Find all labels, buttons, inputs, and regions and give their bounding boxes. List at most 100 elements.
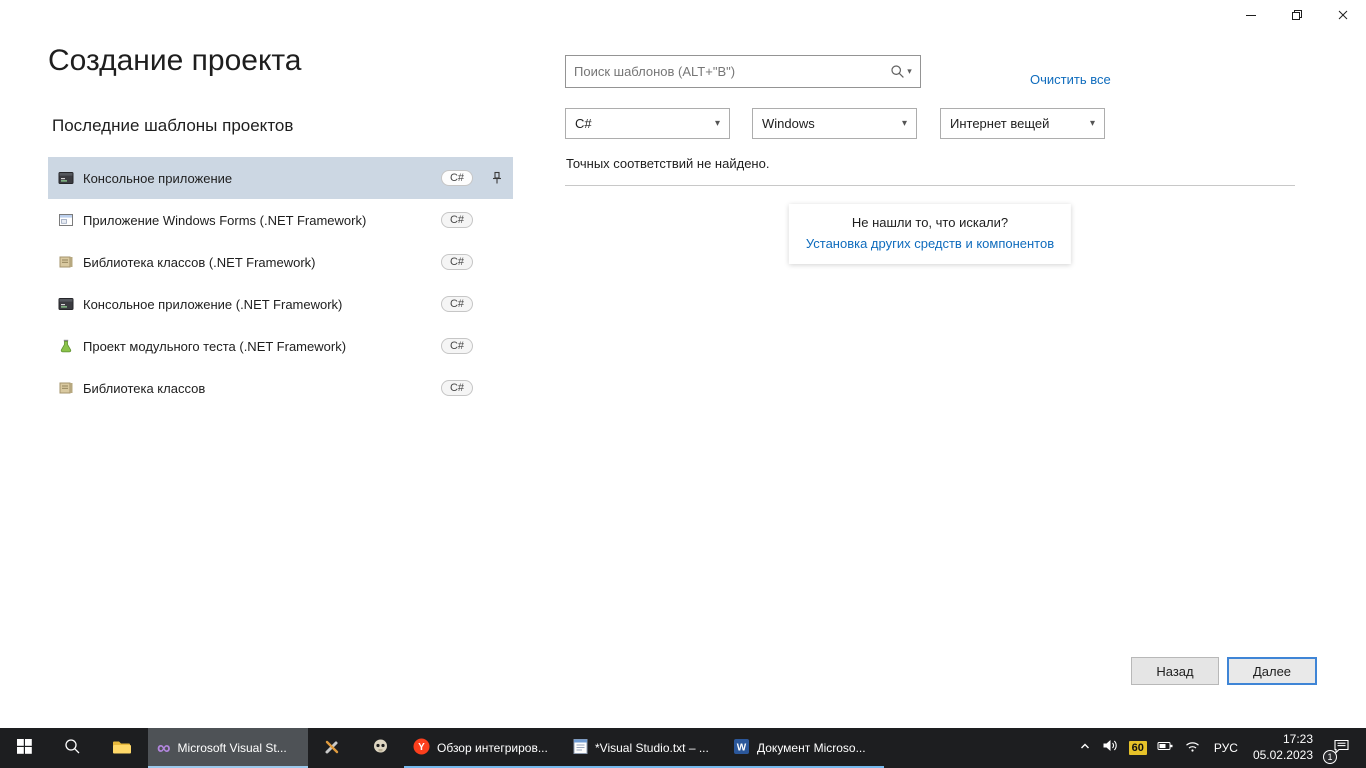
battery-icon bbox=[1157, 739, 1174, 758]
chevron-up-icon bbox=[1078, 739, 1092, 758]
notepad-icon bbox=[573, 738, 588, 758]
console-app-icon bbox=[58, 296, 74, 312]
notification-count-badge: 1 bbox=[1323, 750, 1337, 764]
taskbar-app-yandex-browser[interactable]: Y Обзор интегриров... bbox=[404, 728, 564, 768]
window-controls bbox=[1228, 0, 1366, 32]
language-filter-dropdown[interactable]: C# ▾ bbox=[565, 108, 730, 139]
taskbar-app-tools[interactable] bbox=[308, 728, 356, 768]
time-value: 17:23 bbox=[1283, 732, 1313, 748]
class-library-icon bbox=[58, 380, 74, 396]
screen: Создание проекта Последние шаблоны проек… bbox=[0, 0, 1366, 768]
action-center-button[interactable]: 1 bbox=[1320, 728, 1362, 768]
back-button[interactable]: Назад bbox=[1131, 657, 1219, 685]
close-icon bbox=[1335, 7, 1351, 26]
svg-text:Y: Y bbox=[418, 742, 425, 753]
not-found-card: Не нашли то, что искали? Установка други… bbox=[789, 204, 1071, 264]
battery-button[interactable] bbox=[1152, 728, 1179, 768]
start-button[interactable] bbox=[0, 728, 48, 768]
taskbar: ∞ Microsoft Visual St... Y Обзор интегри… bbox=[0, 728, 1366, 768]
tools-icon bbox=[324, 739, 340, 758]
clock[interactable]: 17:23 05.02.2023 bbox=[1246, 728, 1320, 768]
visual-studio-icon: ∞ bbox=[157, 739, 171, 758]
date-value: 05.02.2023 bbox=[1253, 748, 1313, 764]
clear-all-link[interactable]: Очистить все bbox=[1030, 72, 1111, 87]
template-browser-panel: ▾ Очистить все C# ▾ Windows ▾ Интернет в… bbox=[565, 55, 1295, 615]
restore-icon bbox=[1289, 7, 1305, 26]
minimize-icon bbox=[1243, 7, 1259, 26]
unit-test-icon bbox=[58, 338, 74, 354]
template-label: Консольное приложение (.NET Framework) bbox=[83, 297, 342, 312]
svg-text:W: W bbox=[737, 742, 747, 753]
page-title: Создание проекта bbox=[48, 44, 302, 78]
search-box: ▾ bbox=[565, 55, 921, 88]
console-app-icon bbox=[58, 170, 74, 186]
template-item-console-app-netfx[interactable]: Консольное приложение (.NET Framework) C… bbox=[48, 283, 513, 325]
chevron-down-icon: ▾ bbox=[1090, 118, 1095, 129]
taskbar-app-word[interactable]: W Документ Microso... bbox=[724, 728, 884, 768]
platform-filter-dropdown[interactable]: Windows ▾ bbox=[752, 108, 917, 139]
results-divider bbox=[565, 185, 1295, 186]
battery-percent-indicator[interactable]: 60 bbox=[1124, 728, 1152, 768]
taskbar-app-label: Microsoft Visual St... bbox=[178, 741, 287, 755]
search-icon bbox=[64, 738, 81, 758]
yandex-browser-icon: Y bbox=[413, 738, 430, 758]
create-project-dialog: Создание проекта Последние шаблоны проек… bbox=[0, 0, 1366, 728]
taskbar-search-button[interactable] bbox=[48, 728, 96, 768]
template-item-console-app[interactable]: Консольное приложение C# bbox=[48, 157, 513, 199]
battery-percent-value: 60 bbox=[1129, 741, 1147, 755]
system-tray: 60 РУС 17:23 05.02.2023 1 bbox=[1073, 728, 1366, 768]
close-button[interactable] bbox=[1320, 0, 1366, 32]
chevron-down-icon: ▾ bbox=[902, 118, 907, 129]
network-button[interactable] bbox=[1179, 728, 1206, 768]
template-label: Библиотека классов bbox=[83, 381, 205, 396]
minimize-button[interactable] bbox=[1228, 0, 1274, 32]
speaker-icon bbox=[1102, 738, 1119, 758]
restore-button[interactable] bbox=[1274, 0, 1320, 32]
template-item-class-library[interactable]: Библиотека классов C# bbox=[48, 367, 513, 409]
pin-icon[interactable] bbox=[488, 169, 506, 187]
language-filter-value: C# bbox=[575, 116, 592, 131]
windows-logo-icon bbox=[17, 739, 32, 757]
word-icon: W bbox=[733, 738, 750, 758]
class-library-icon bbox=[58, 254, 74, 270]
taskbar-app-label: Документ Microso... bbox=[757, 741, 866, 755]
language-badge: C# bbox=[441, 170, 473, 186]
next-button[interactable]: Далее bbox=[1227, 657, 1317, 685]
recent-templates-heading: Последние шаблоны проектов bbox=[52, 116, 293, 136]
language-badge: C# bbox=[441, 296, 473, 312]
not-found-title: Не нашли то, что искали? bbox=[806, 215, 1054, 230]
tray-overflow-button[interactable] bbox=[1073, 728, 1097, 768]
project-type-filter-dropdown[interactable]: Интернет вещей ▾ bbox=[940, 108, 1105, 139]
install-tools-link[interactable]: Установка других средств и компонентов bbox=[806, 236, 1054, 251]
template-item-unit-test-netfx[interactable]: Проект модульного теста (.NET Framework)… bbox=[48, 325, 513, 367]
template-label: Консольное приложение bbox=[83, 171, 232, 186]
folder-icon bbox=[112, 739, 132, 758]
skull-icon bbox=[372, 738, 389, 758]
template-label: Проект модульного теста (.NET Framework) bbox=[83, 339, 346, 354]
wifi-icon bbox=[1184, 739, 1201, 758]
taskbar-app-label: Обзор интегриров... bbox=[437, 741, 548, 755]
chevron-down-icon: ▾ bbox=[907, 66, 912, 77]
taskbar-app-label: *Visual Studio.txt – ... bbox=[595, 741, 709, 755]
search-input[interactable] bbox=[566, 56, 882, 87]
template-label: Приложение Windows Forms (.NET Framework… bbox=[83, 213, 366, 228]
template-item-winforms-app[interactable]: Приложение Windows Forms (.NET Framework… bbox=[48, 199, 513, 241]
taskbar-app-skull-game[interactable] bbox=[356, 728, 404, 768]
volume-button[interactable] bbox=[1097, 728, 1124, 768]
language-indicator[interactable]: РУС bbox=[1206, 728, 1246, 768]
template-label: Библиотека классов (.NET Framework) bbox=[83, 255, 316, 270]
project-type-filter-value: Интернет вещей bbox=[950, 116, 1049, 131]
recent-template-list: Консольное приложение C# Приложение Wind… bbox=[48, 157, 513, 409]
no-match-message: Точных соответствий не найдено. bbox=[566, 156, 769, 171]
template-item-class-library-netfx[interactable]: Библиотека классов (.NET Framework) C# bbox=[48, 241, 513, 283]
platform-filter-value: Windows bbox=[762, 116, 815, 131]
file-explorer-button[interactable] bbox=[96, 728, 148, 768]
language-badge: C# bbox=[441, 380, 473, 396]
winforms-app-icon bbox=[58, 212, 74, 228]
language-badge: C# bbox=[441, 212, 473, 228]
taskbar-app-visual-studio[interactable]: ∞ Microsoft Visual St... bbox=[148, 728, 308, 768]
language-badge: C# bbox=[441, 338, 473, 354]
language-badge: C# bbox=[441, 254, 473, 270]
search-icon[interactable]: ▾ bbox=[882, 64, 920, 79]
taskbar-app-notepad[interactable]: *Visual Studio.txt – ... bbox=[564, 728, 724, 768]
